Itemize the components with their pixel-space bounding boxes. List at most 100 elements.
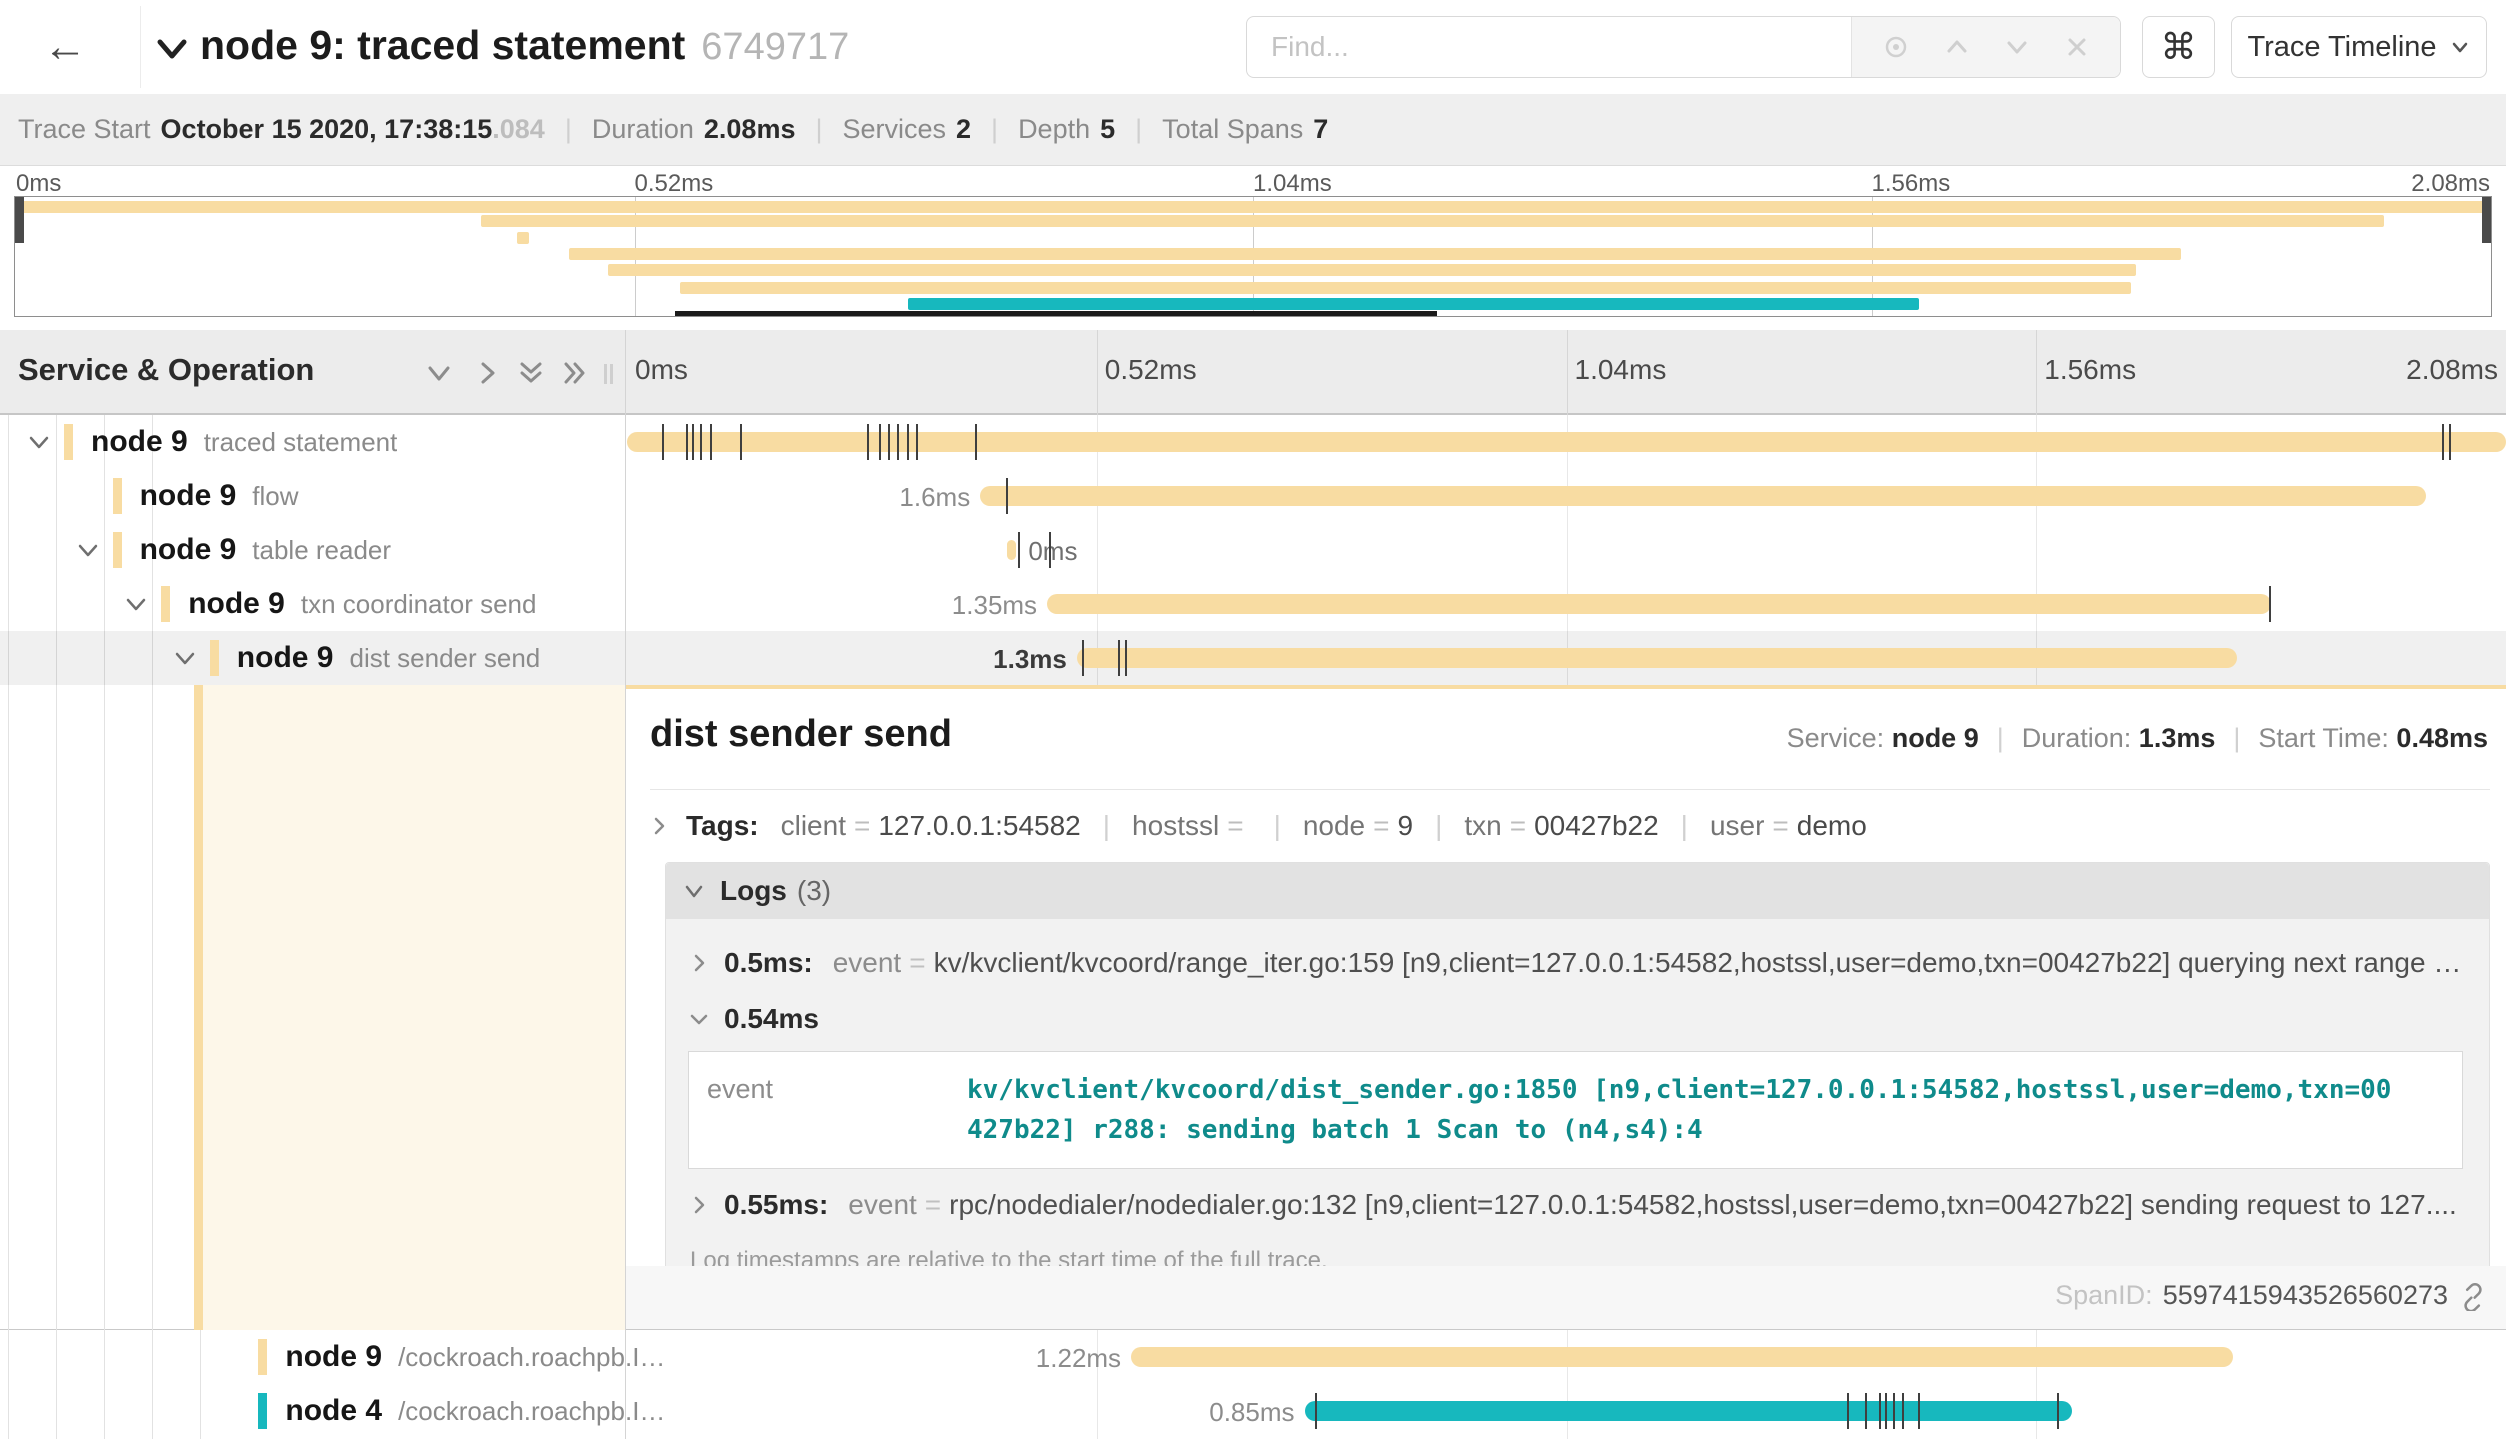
column-divider[interactable] bbox=[625, 330, 626, 1439]
minimap-viewport-indicator[interactable] bbox=[675, 311, 1437, 316]
log-marker-tick bbox=[2269, 586, 2271, 622]
chevron-down-icon[interactable] bbox=[73, 535, 103, 565]
log-marker-tick bbox=[1006, 478, 1008, 514]
collapse-all-double-chevron-down-icon[interactable] bbox=[516, 358, 546, 388]
indent-guide bbox=[104, 685, 105, 1330]
log-marker-tick bbox=[2057, 1393, 2059, 1429]
span-duration-bar[interactable] bbox=[980, 486, 2425, 506]
minimap-tick-label: 0ms bbox=[16, 170, 61, 198]
back-button[interactable]: ← bbox=[30, 20, 100, 76]
span-row-node-9-dist-sender-send[interactable]: node 9dist sender send1.3ms bbox=[0, 631, 2506, 685]
chevron-down-icon[interactable] bbox=[121, 589, 151, 619]
tag-value: 127.0.0.1:54582 bbox=[878, 810, 1080, 841]
log-marker-tick bbox=[916, 424, 918, 460]
tag-user: user=demo bbox=[1710, 810, 1867, 842]
span-row-node-9-traced-statement[interactable]: node 9traced statement bbox=[0, 415, 2506, 469]
log-marker-tick bbox=[1315, 1393, 1317, 1429]
span-duration-bar[interactable] bbox=[1077, 648, 2237, 668]
span-color-bar bbox=[258, 1339, 267, 1375]
span-row-left: node 9txn coordinator send bbox=[0, 577, 746, 631]
column-resize-grip[interactable] bbox=[604, 364, 616, 384]
span-row-node-4-cockroach-roachpb-i[interactable]: node 4/cockroach.roachpb.I… 0.85ms bbox=[0, 1384, 2506, 1438]
span-row-node-9-flow[interactable]: node 9flow1.6ms bbox=[0, 469, 2506, 523]
prev-result-chevron-up-icon[interactable] bbox=[1942, 32, 1972, 62]
chevron-down-icon[interactable] bbox=[24, 427, 54, 457]
span-duration-bar[interactable] bbox=[1047, 594, 2271, 614]
logs-count: (3) bbox=[797, 875, 831, 907]
minimap-tick-label: 1.04ms bbox=[1253, 170, 1332, 198]
span-row-left: node 9table reader bbox=[0, 523, 698, 577]
detail-info-value: node 9 bbox=[1892, 723, 1979, 753]
span-operation-name: dist sender send bbox=[349, 643, 540, 674]
span-row-node-9-table-reader[interactable]: node 9table reader0ms bbox=[0, 523, 2506, 577]
span-rows-top: node 9traced statementnode 9flow1.6msnod… bbox=[0, 415, 2506, 685]
locate-icon[interactable] bbox=[1881, 32, 1911, 62]
tag-separator: | bbox=[1274, 810, 1281, 842]
tag-equals: = bbox=[1373, 810, 1389, 841]
log-entry-expanded-header[interactable]: 0.54ms bbox=[678, 993, 2477, 1045]
log-value-line: 427b22] r288: sending batch 1 Scan to (n… bbox=[967, 1110, 2442, 1150]
minimap-span-bar-cockroach-roachpb-i bbox=[908, 298, 1919, 310]
timeline-tick-label: 1.04ms bbox=[1575, 354, 1667, 386]
minimap-span-bar-cockroach-roachpb-i bbox=[680, 282, 2131, 294]
keyboard-shortcuts-button[interactable]: ⌘ bbox=[2142, 16, 2215, 78]
expand-one-chevron-right-icon[interactable] bbox=[472, 358, 502, 388]
log-marker-tick bbox=[1082, 640, 1084, 676]
minimap-left-scrubber-handle[interactable] bbox=[15, 197, 24, 243]
find-input[interactable] bbox=[1247, 17, 1851, 77]
summary-separator: | bbox=[1135, 114, 1142, 145]
log-field-key: event bbox=[833, 947, 902, 979]
span-row-left: node 4/cockroach.roachpb.I… bbox=[0, 1384, 843, 1438]
summary-item-trace-start: Trace StartOctober 15 2020, 17:38:15.084 bbox=[18, 114, 545, 145]
span-row-node-9-txn-coordinator-send[interactable]: node 9txn coordinator send1.35ms bbox=[0, 577, 2506, 631]
log-timestamp: 0.5ms: bbox=[724, 947, 813, 979]
log-marker-tick bbox=[710, 424, 712, 460]
tag-key: hostssl bbox=[1132, 810, 1219, 841]
collapse-trace-chevron-icon[interactable] bbox=[152, 28, 192, 68]
span-row-left: node 9/cockroach.roachpb.I… bbox=[0, 1330, 843, 1384]
find-suffix bbox=[1851, 17, 2120, 77]
span-color-bar bbox=[258, 1393, 267, 1429]
span-row-node-9-cockroach-roachpb-i[interactable]: node 9/cockroach.roachpb.I…1.22ms bbox=[0, 1330, 2506, 1384]
tags-accordion[interactable]: Tags:client=127.0.0.1:54582|hostssl=|nod… bbox=[648, 803, 2490, 849]
tag-separator: | bbox=[1435, 810, 1442, 842]
logs-accordion-header[interactable]: Logs (3) bbox=[666, 863, 2489, 919]
log-entry-collapsed[interactable]: 0.55ms:event=rpc/nodedialer/nodedialer.g… bbox=[678, 1179, 2477, 1231]
expand-all-double-chevron-right-icon[interactable] bbox=[560, 358, 590, 388]
summary-item-value: 5 bbox=[1100, 114, 1115, 144]
span-color-bar bbox=[113, 478, 122, 514]
minimap-span-bar-txn-coordinator-send bbox=[569, 248, 2181, 260]
minimap-canvas[interactable] bbox=[14, 196, 2492, 317]
timeline-tick-label: 0ms bbox=[635, 354, 688, 386]
logs-title: Logs bbox=[720, 875, 787, 907]
log-entry-collapsed[interactable]: 0.5ms:event=kv/kvclient/kvcoord/range_it… bbox=[678, 937, 2477, 989]
spanid-value: 5597415943526560273 bbox=[2163, 1280, 2448, 1311]
clear-find-close-icon[interactable] bbox=[2063, 33, 2091, 61]
span-duration-bar[interactable] bbox=[1305, 1401, 2073, 1421]
span-duration-bar[interactable] bbox=[1007, 540, 1016, 560]
span-color-left-bar bbox=[194, 685, 203, 1330]
span-row-left: node 9traced statement bbox=[0, 415, 649, 469]
expander-spacer bbox=[73, 481, 103, 511]
log-marker-tick bbox=[1049, 532, 1051, 568]
timeline-tick-label: 0.52ms bbox=[1105, 354, 1197, 386]
span-operation-name: flow bbox=[252, 481, 298, 512]
next-result-chevron-down-icon[interactable] bbox=[2002, 32, 2032, 62]
summary-separator: | bbox=[815, 114, 822, 145]
span-duration-bar[interactable] bbox=[1131, 1347, 2233, 1367]
detail-info-start-time: Start Time: 0.48ms bbox=[2258, 723, 2488, 753]
log-marker-tick bbox=[1118, 640, 1120, 676]
span-duration-label: 1.3ms bbox=[993, 644, 1067, 675]
log-marker-tick bbox=[692, 424, 694, 460]
deep-link-icon[interactable] bbox=[2458, 1281, 2488, 1311]
chevron-right-icon bbox=[648, 815, 670, 837]
minimap-span-bar-traced-statement bbox=[16, 201, 2490, 213]
chevron-down-icon[interactable] bbox=[170, 643, 200, 673]
collapse-one-chevron-down-icon[interactable] bbox=[424, 358, 454, 388]
span-duration-label: 0.85ms bbox=[1209, 1397, 1294, 1428]
summary-item-total-spans: Total Spans7 bbox=[1162, 114, 1328, 145]
trace-view-selector-button[interactable]: Trace Timeline bbox=[2231, 16, 2487, 78]
minimap-right-scrubber-handle[interactable] bbox=[2482, 197, 2491, 243]
log-marker-tick bbox=[1018, 532, 1020, 568]
log-field-equals: = bbox=[925, 1189, 941, 1221]
